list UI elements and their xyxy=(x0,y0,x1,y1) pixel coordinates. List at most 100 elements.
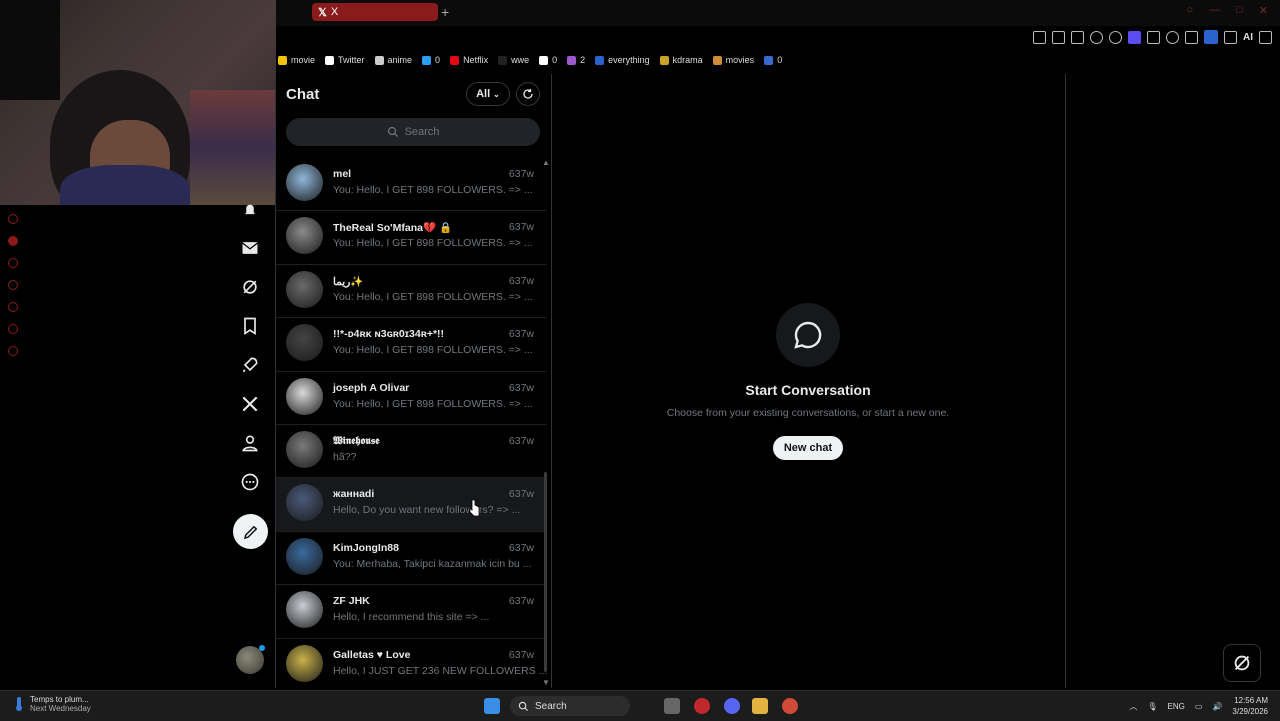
close-icon[interactable]: ✕ xyxy=(1259,4,1268,17)
side-panel-icon[interactable] xyxy=(8,280,18,290)
bookmark-item[interactable]: anime xyxy=(374,55,412,65)
bookmark-item[interactable]: Netflix xyxy=(450,55,488,65)
minimize-icon[interactable]: — xyxy=(1209,4,1220,17)
avatar[interactable] xyxy=(286,377,323,415)
rocket-icon[interactable] xyxy=(240,355,260,375)
avatar[interactable] xyxy=(286,484,323,522)
avatar[interactable] xyxy=(286,324,323,362)
file-explorer-icon[interactable] xyxy=(752,698,768,714)
avatar[interactable] xyxy=(286,644,323,682)
taskbar-search[interactable]: Search xyxy=(510,696,630,716)
bookmark-icon xyxy=(567,55,577,65)
conversation-row[interactable]: Galletas ♥ Love 637w Hello, I JUST GET 236… xyxy=(276,639,547,688)
language-indicator[interactable]: ENG xyxy=(1168,702,1185,711)
avatar[interactable] xyxy=(286,164,323,201)
task-view-icon[interactable] xyxy=(664,698,680,714)
bookmark-label: movies xyxy=(725,55,755,65)
compose-button[interactable] xyxy=(233,514,268,549)
bookmark-item[interactable]: everything xyxy=(595,55,650,65)
more-icon[interactable] xyxy=(240,472,260,492)
grok-button[interactable] xyxy=(1223,644,1261,682)
bookmark-item[interactable]: movie xyxy=(278,55,315,65)
bookmark-item[interactable]: kdrama xyxy=(659,55,703,65)
menu-icon[interactable] xyxy=(1259,30,1272,44)
shield-icon[interactable] xyxy=(1071,30,1084,44)
profile-icon[interactable] xyxy=(240,433,260,453)
x-premium-icon[interactable] xyxy=(240,394,260,414)
discord-icon[interactable] xyxy=(724,698,740,714)
account-avatar[interactable] xyxy=(236,645,265,674)
side-panel-icon[interactable] xyxy=(8,346,18,356)
avatar[interactable] xyxy=(286,430,323,468)
conversation-time: 637w xyxy=(508,541,534,554)
audio-icon[interactable] xyxy=(1147,30,1160,44)
bookmark-item[interactable]: 0 xyxy=(764,55,782,65)
bookmark-item[interactable]: movies xyxy=(712,55,755,65)
conversation-row[interactable]: ZF JHK 637w Hello, I recommend this site =… xyxy=(276,585,546,639)
conversation-scrollbar[interactable] xyxy=(544,158,547,688)
conversation-row[interactable]: жаннаdi 637w Hello, Do you want new follow… xyxy=(276,478,546,532)
download-icon[interactable] xyxy=(1224,30,1237,44)
bookmark-label: wwe xyxy=(511,55,530,65)
scroll-down-arrow[interactable]: ▼ xyxy=(542,678,550,687)
conversation-row[interactable]: ريما✨ 637w You: Hello, I GET 898 FOLLOWERS… xyxy=(276,265,546,319)
play-icon[interactable] xyxy=(1090,30,1103,44)
new-chat-button[interactable]: New chat xyxy=(773,436,843,460)
avatar[interactable] xyxy=(286,591,323,629)
bookmark-item[interactable]: 0 xyxy=(539,55,557,65)
conversation-preview: You: Hello, I GET 898 FOLLOWERS. => ... xyxy=(333,344,533,357)
conversation-row[interactable]: TheReal So'Mfana💔 🔒 637w You: Hello, I GET… xyxy=(276,211,546,265)
side-panel-icon[interactable] xyxy=(8,236,18,246)
a-extension-icon[interactable] xyxy=(1204,30,1218,44)
puzzle-icon[interactable] xyxy=(1185,30,1198,44)
notifications-icon[interactable] xyxy=(240,200,260,220)
avatar[interactable] xyxy=(286,217,323,255)
conversation-row[interactable]: joseph A Olivar 637w You: Hello, I GET 898… xyxy=(276,372,546,425)
chat-filter-dropdown[interactable]: All ⌄ xyxy=(466,82,510,106)
volume-icon[interactable]: 🔊 xyxy=(1212,702,1222,711)
network-icon[interactable]: ▭ xyxy=(1195,702,1203,711)
conversation-row[interactable]: 𝖂𝖎𝖓𝖊𝖍𝖔𝖚𝖘𝖊 637w hã?? xyxy=(276,425,546,479)
bookmark-icon xyxy=(595,55,605,65)
grok-icon[interactable] xyxy=(240,277,260,297)
ai-button[interactable]: AI xyxy=(1243,32,1253,43)
search-icon xyxy=(518,701,529,711)
chat-search-input[interactable]: Search xyxy=(286,118,540,146)
side-panel-icon[interactable] xyxy=(8,302,18,312)
conversation-row[interactable]: !!*-ᴅ4ʀᴋ ɴ3ɢʀ0ɪ34ʀ+*!! 637w You: Hello, I … xyxy=(276,318,546,372)
search-icon[interactable]: ○ xyxy=(1186,4,1193,17)
avatar[interactable] xyxy=(286,537,323,575)
side-panel-icon[interactable] xyxy=(8,324,18,334)
bookmark-label: 0 xyxy=(435,55,441,65)
opera-gx-icon[interactable] xyxy=(694,698,710,714)
side-panel-icon[interactable] xyxy=(8,214,18,224)
app-icon[interactable] xyxy=(782,698,798,714)
s-extension-icon[interactable] xyxy=(1166,30,1179,44)
messages-icon[interactable] xyxy=(240,238,260,258)
bookmark-item[interactable]: 2 xyxy=(567,55,585,65)
new-tab-button[interactable]: + xyxy=(441,5,453,19)
conversation-row[interactable]: KimJongIn88 637w You: Merhaba, Takipci kaz… xyxy=(276,532,546,586)
bookmark-item[interactable]: wwe xyxy=(498,55,529,65)
weather-widget[interactable]: Temps to plum... Next Wednesday xyxy=(14,695,91,713)
microphone-icon[interactable]: 🎙 xyxy=(1147,702,1157,711)
maximize-icon[interactable]: □ xyxy=(1236,4,1243,17)
windows-start-icon[interactable] xyxy=(484,698,500,714)
bookmark-icon xyxy=(422,55,432,65)
avatar[interactable] xyxy=(286,270,323,308)
chevron-up-icon[interactable]: ︿ xyxy=(1129,701,1137,712)
clock[interactable]: 12:56 AM 3/29/2026 xyxy=(1232,695,1268,717)
side-panel-icon[interactable] xyxy=(8,258,18,268)
bookmark-icon xyxy=(498,55,508,65)
bookmarks-icon[interactable] xyxy=(240,316,260,336)
extension-shield-icon[interactable] xyxy=(1128,30,1141,44)
heart-icon[interactable] xyxy=(1109,30,1122,44)
snapshot-icon[interactable] xyxy=(1052,30,1065,44)
browser-tab-x[interactable]: 𝕏 X xyxy=(312,3,438,21)
bookmark-item[interactable]: Twitter xyxy=(325,55,365,65)
conversation-row[interactable]: mel 637w You: Hello, I GET 898 FOLLOWERS. … xyxy=(276,158,546,212)
bookmark-item[interactable]: 0 xyxy=(422,55,440,65)
pin-icon[interactable] xyxy=(1033,30,1046,44)
refresh-button[interactable] xyxy=(516,82,540,106)
conversation-time: 637w xyxy=(508,488,534,501)
